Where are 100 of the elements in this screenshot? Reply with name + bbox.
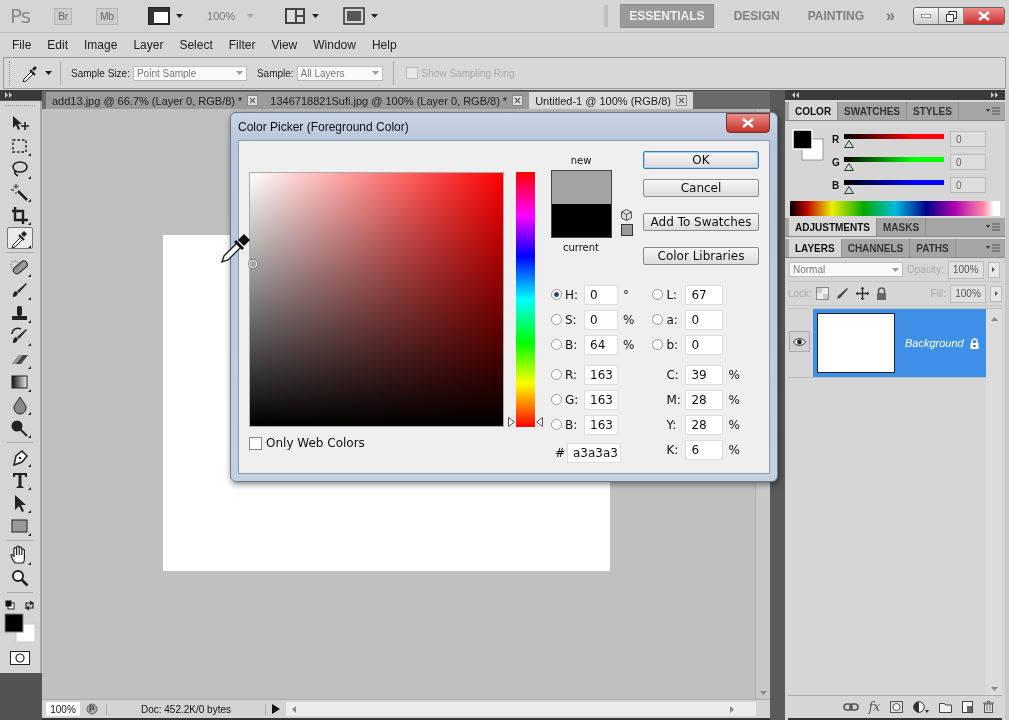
dialog-button[interactable]: Cancel [643, 179, 759, 197]
scroll-down-icon[interactable] [990, 687, 998, 691]
document-tab[interactable]: Untitled-1 @ 100% (RGB/8) [529, 92, 674, 109]
quick-mask-icon[interactable] [10, 651, 30, 665]
panel-tab[interactable]: CHANNELS [841, 239, 911, 257]
blend-mode-dropdown[interactable]: Normal [789, 262, 903, 277]
radio-button[interactable] [551, 369, 562, 380]
sample-dropdown[interactable]: All Layers [296, 65, 383, 81]
radio-button[interactable] [551, 394, 562, 405]
menu-item[interactable]: Filter [228, 37, 256, 52]
menu-item[interactable]: Select [179, 37, 213, 52]
radio-button[interactable] [551, 289, 562, 300]
close-icon[interactable] [509, 92, 530, 109]
menu-item[interactable]: Edit [47, 37, 69, 52]
scroll-up-icon[interactable] [990, 317, 998, 321]
value-field[interactable]: 0 [685, 334, 724, 355]
play-icon[interactable] [272, 704, 280, 714]
color-swatches-icon[interactable] [4, 613, 36, 643]
fill-field[interactable]: 100% [950, 284, 986, 303]
collapse-icon[interactable] [791, 92, 799, 98]
document-tab[interactable]: 1346718821Sufi.jpg @ 100% (Layer 0, RGB/8) * [264, 92, 510, 109]
value-field[interactable]: 39 [685, 364, 724, 385]
value-field[interactable]: 0 [950, 154, 986, 170]
restore-button[interactable] [939, 8, 964, 24]
panel-menu-icon[interactable] [986, 243, 1000, 253]
scrollbar[interactable] [986, 309, 1002, 695]
radio-button[interactable] [551, 339, 562, 350]
hex-field[interactable]: a3a3a3 [567, 442, 621, 463]
value-field[interactable]: 64 [584, 334, 618, 355]
close-icon[interactable] [673, 92, 694, 109]
effects-button[interactable]: fx [868, 700, 880, 714]
slider-thumb-icon[interactable] [844, 163, 854, 171]
panel-tab[interactable]: SWATCHES [838, 102, 908, 120]
launcher-button[interactable]: Br [54, 7, 73, 25]
menu-item[interactable]: File [12, 37, 32, 52]
cube-icon[interactable] [621, 209, 632, 221]
expand-icon[interactable] [991, 92, 999, 98]
radio-button[interactable] [551, 419, 562, 430]
link-icon[interactable] [842, 702, 859, 712]
dialog-button[interactable]: Color Libraries [643, 247, 759, 265]
visibility-toggle[interactable] [789, 331, 810, 352]
menu-item[interactable]: Help [371, 37, 397, 52]
dialog-button[interactable]: OK [643, 151, 759, 169]
menu-item[interactable]: Window [313, 37, 356, 52]
close-button[interactable] [726, 112, 770, 133]
folder-icon[interactable] [939, 701, 952, 713]
panel-tab[interactable]: MASKS [877, 218, 927, 236]
adjustment-icon[interactable] [913, 701, 929, 713]
filmstrip-icon[interactable] [148, 7, 171, 25]
reset-colors-icon[interactable] [5, 600, 15, 610]
slider-thumb-icon[interactable] [844, 140, 854, 148]
menu-item[interactable]: Layer [133, 37, 164, 52]
color-spectrum[interactable] [790, 201, 1000, 216]
value-field[interactable]: 0 [685, 309, 724, 330]
dialog-button[interactable]: Add To Swatches [643, 213, 759, 231]
panel-tab[interactable]: COLOR [789, 102, 839, 120]
value-field[interactable]: 163 [584, 389, 618, 410]
sample-size-dropdown[interactable]: Point Sample [132, 65, 247, 81]
panel-tab[interactable]: PATHS [910, 239, 956, 257]
menu-item[interactable]: Image [84, 37, 118, 52]
caret-icon[interactable] [371, 14, 379, 18]
current-color-swatch[interactable] [552, 204, 611, 237]
screen-mode-icon[interactable] [343, 7, 366, 25]
lock-icon[interactable] [875, 287, 887, 300]
arrange-icon[interactable] [284, 7, 307, 25]
opacity-field[interactable]: 100% [947, 260, 984, 279]
panel-tab[interactable]: ADJUSTMENTS [789, 218, 877, 236]
close-icon[interactable] [244, 92, 265, 109]
hue-slider[interactable] [508, 172, 543, 427]
scrollbar[interactable] [286, 702, 756, 716]
radio-button[interactable] [551, 314, 562, 325]
scroll-right-icon[interactable] [730, 705, 734, 713]
lock-pixels-icon[interactable] [835, 287, 849, 300]
status-icon[interactable] [86, 703, 98, 715]
radio-button[interactable] [652, 339, 664, 350]
caret-icon[interactable] [312, 14, 320, 18]
lock-position-icon[interactable] [855, 287, 869, 300]
document-tab[interactable]: add13.jpg @ 66.7% (Layer 0, RGB/8) * [46, 92, 245, 109]
panel-tab[interactable]: STYLES [907, 102, 959, 120]
slider-thumb-icon[interactable] [844, 186, 854, 194]
radio-button[interactable] [652, 289, 664, 300]
value-field[interactable]: 28 [685, 389, 724, 410]
value-field[interactable]: 6 [685, 439, 724, 460]
scroll-left-icon[interactable] [292, 705, 296, 713]
menu-item[interactable]: View [271, 37, 298, 52]
color-swatches-icon[interactable] [792, 129, 824, 161]
expand-icon[interactable] [5, 92, 13, 98]
eyedropper-icon[interactable] [21, 64, 39, 82]
caret-icon[interactable] [176, 14, 184, 18]
tool-button[interactable] [7, 227, 33, 249]
swap-colors-icon[interactable] [24, 600, 35, 611]
panel-tab[interactable]: LAYERS [789, 239, 842, 257]
zoom-field[interactable]: 100% [46, 702, 80, 716]
trash-icon[interactable] [983, 701, 994, 713]
lock-transparency-icon[interactable] [815, 287, 829, 300]
value-field[interactable]: 0 [950, 131, 986, 147]
value-field[interactable]: 28 [685, 414, 724, 435]
hue-slider-thumb-icon[interactable] [508, 417, 543, 427]
color-field[interactable] [249, 172, 504, 427]
new-layer-icon[interactable] [962, 701, 973, 713]
